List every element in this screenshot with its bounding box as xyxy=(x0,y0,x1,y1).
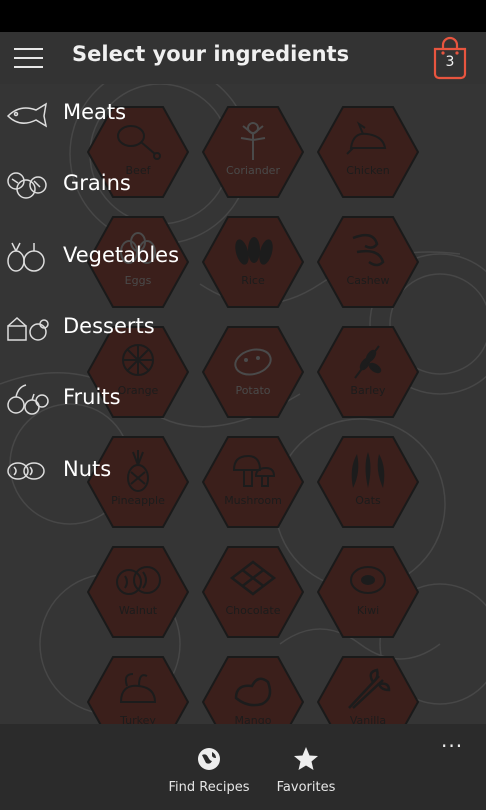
ingredient-walnut[interactable]: Walnut xyxy=(87,546,189,638)
menu-label: Fruits xyxy=(63,385,121,409)
vegetables-icon xyxy=(7,242,45,272)
ingredient-label: Rice xyxy=(241,274,265,287)
ingredient-label: Chocolate xyxy=(225,604,281,617)
category-menu: Meats Grains Vegetables Desserts Fruits … xyxy=(0,84,180,514)
cart-count-badge: 3 xyxy=(445,54,455,70)
coriander-icon xyxy=(240,122,266,160)
page-title: Select your ingredients xyxy=(72,42,350,66)
ingredient-label: Vanilla xyxy=(349,714,387,724)
ingredient-label: Walnut xyxy=(118,604,158,617)
walnut-icon xyxy=(116,566,161,595)
ingredient-label: Cashew xyxy=(346,274,390,287)
ingredient-label: Turkey xyxy=(120,714,156,724)
cashew-icon xyxy=(352,233,385,267)
ingredient-label: Potato xyxy=(235,384,271,397)
menu-label: Grains xyxy=(63,171,131,195)
grains-icon xyxy=(7,172,47,199)
menu-label: Meats xyxy=(63,100,127,124)
ingredient-label: Coriander xyxy=(226,164,280,177)
menu-item-meats[interactable]: Meats xyxy=(0,84,180,144)
desserts-icon xyxy=(7,316,49,341)
kiwi-icon xyxy=(350,566,386,594)
shopping-bag-button[interactable]: 3 xyxy=(430,36,470,80)
favorites-label: Favorites xyxy=(276,780,336,795)
fish-icon xyxy=(6,102,48,128)
ingredient-mango[interactable]: Mango xyxy=(202,656,304,724)
menu-label: Desserts xyxy=(63,314,155,338)
hamburger-menu-icon[interactable] xyxy=(14,48,44,70)
ingredient-label: Kiwi xyxy=(356,604,380,617)
turkey-icon xyxy=(119,673,157,703)
find-recipes-label: Find Recipes xyxy=(168,780,250,795)
ingredient-kiwi[interactable]: Kiwi xyxy=(317,546,419,638)
menu-item-nuts[interactable]: Nuts xyxy=(0,441,180,501)
ingredient-potato[interactable]: Potato xyxy=(202,326,304,418)
globe-icon xyxy=(198,748,220,770)
menu-label: Nuts xyxy=(63,457,112,481)
menu-item-grains[interactable]: Grains xyxy=(0,155,180,215)
vanilla-icon xyxy=(348,668,391,709)
find-recipes-button[interactable]: Find Recipes xyxy=(168,746,250,802)
mushroom-icon xyxy=(232,454,276,487)
ingredient-label: Mushroom xyxy=(224,494,282,507)
menu-label: Vegetables xyxy=(63,243,180,267)
menu-item-fruits[interactable]: Fruits xyxy=(0,369,180,429)
ingredient-chicken[interactable]: Chicken xyxy=(317,106,419,198)
chicken-icon xyxy=(346,121,387,155)
fruits-icon xyxy=(7,384,49,415)
menu-item-vegetables[interactable]: Vegetables xyxy=(0,227,180,287)
ingredient-mushroom[interactable]: Mushroom xyxy=(202,436,304,528)
ingredient-chocolate[interactable]: Chocolate xyxy=(202,546,304,638)
status-bar xyxy=(0,0,486,32)
ingredient-oats[interactable]: Oats xyxy=(317,436,419,528)
star-icon xyxy=(294,747,318,770)
chocolate-icon xyxy=(229,560,277,596)
favorites-button[interactable]: Favorites xyxy=(272,746,340,802)
rice-icon xyxy=(235,237,273,265)
more-options-button[interactable]: ... xyxy=(441,728,463,752)
ingredient-barley[interactable]: Barley xyxy=(317,326,419,418)
ingredient-vanilla[interactable]: Vanilla xyxy=(317,656,419,724)
barley-icon xyxy=(354,345,382,379)
ingredient-label: Barley xyxy=(350,384,386,397)
ingredient-label: Mango xyxy=(234,714,272,724)
mango-icon xyxy=(234,677,272,707)
oats-icon xyxy=(351,452,385,488)
potato-icon xyxy=(234,348,272,376)
ingredient-coriander[interactable]: Coriander xyxy=(202,106,304,198)
menu-item-desserts[interactable]: Desserts xyxy=(0,298,180,358)
app-bar: ... Find Recipes Favorites xyxy=(0,724,486,810)
ingredient-label: Oats xyxy=(355,494,381,507)
ingredient-turkey[interactable]: Turkey xyxy=(87,656,189,724)
ingredient-rice[interactable]: Rice xyxy=(202,216,304,308)
ingredient-cashew[interactable]: Cashew xyxy=(317,216,419,308)
nuts-icon xyxy=(7,462,45,480)
ingredient-label: Chicken xyxy=(346,164,390,177)
app-header: Select your ingredients 3 xyxy=(0,32,486,84)
